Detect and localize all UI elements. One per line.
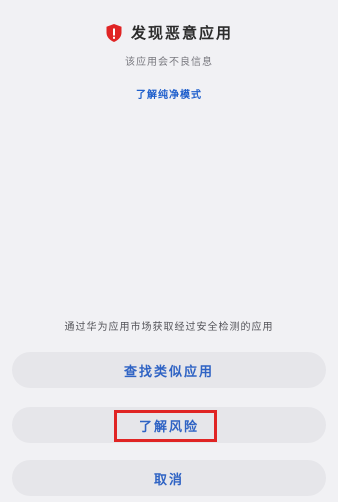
malicious-app-dialog: 发现恶意应用 该应用会不良信息 了解纯净模式 通过华为应用市场获取经过安全检测的… xyxy=(0,0,338,502)
cancel-button[interactable]: 取消 xyxy=(12,460,326,496)
learn-pure-mode-link[interactable]: 了解纯净模式 xyxy=(0,86,338,101)
title-row: 发现恶意应用 xyxy=(0,22,338,43)
source-note: 通过华为应用市场获取经过安全检测的应用 xyxy=(64,322,274,333)
dialog-title: 发现恶意应用 xyxy=(130,24,233,42)
cancel-label: 取消 xyxy=(153,472,184,488)
learn-risk-button[interactable]: 了解风险 xyxy=(12,407,326,443)
dialog-subtitle: 该应用会不良信息 xyxy=(125,57,213,68)
shield-warning-icon xyxy=(105,23,123,43)
find-similar-apps-label: 查找类似应用 xyxy=(123,364,214,380)
find-similar-apps-button[interactable]: 查找类似应用 xyxy=(12,352,326,388)
learn-risk-label: 了解风险 xyxy=(138,419,199,435)
